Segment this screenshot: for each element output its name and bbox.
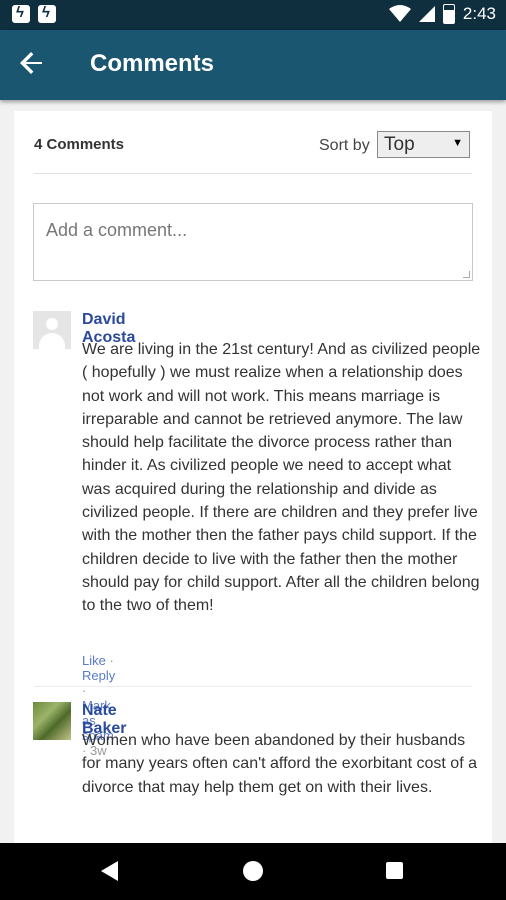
sort-select[interactable]: Top ▼: [377, 131, 470, 158]
sort-select-value: Top: [384, 134, 415, 155]
divider: [34, 173, 472, 174]
notification-icon: [38, 4, 56, 23]
comment-box[interactable]: [33, 203, 473, 281]
app-bar: Comments: [0, 30, 506, 100]
status-notifications: [12, 4, 56, 23]
avatar[interactable]: [33, 311, 71, 349]
wifi-icon: [388, 5, 411, 22]
home-circle-icon[interactable]: [243, 861, 263, 881]
signal-icon: [418, 6, 435, 22]
comment-input[interactable]: [44, 219, 448, 242]
comment-text: Women who have been abandoned by their h…: [82, 732, 477, 796]
sort-by-label: Sort by: [319, 137, 370, 154]
comment-text: We are living in the 21st century! And a…: [82, 341, 481, 615]
recents-square-icon[interactable]: [386, 862, 403, 879]
battery-icon: [442, 4, 455, 24]
reply-link[interactable]: Reply: [82, 668, 115, 683]
comments-card: 4 Comments Sort by Top ▼ David Acosta We…: [14, 111, 492, 843]
like-link[interactable]: Like: [82, 653, 106, 668]
arrow-left-icon[interactable]: [20, 46, 44, 83]
status-bar: 2:43: [0, 0, 506, 30]
default-avatar-body: [39, 333, 65, 349]
divider: [34, 686, 472, 687]
navigation-bar: [0, 843, 506, 900]
back-triangle-icon[interactable]: [101, 861, 118, 881]
comment-count: 4 Comments: [34, 136, 125, 153]
avatar[interactable]: [33, 702, 71, 740]
default-avatar-head: [46, 318, 58, 330]
page-title: Comments: [90, 50, 215, 77]
notification-icon: [12, 4, 30, 23]
separator: ·: [109, 653, 114, 668]
status-time: 2:43: [462, 4, 496, 23]
chevron-down-icon: ▼: [452, 137, 463, 149]
status-indicators: 2:43: [388, 4, 496, 24]
resize-handle-icon[interactable]: [463, 271, 470, 278]
